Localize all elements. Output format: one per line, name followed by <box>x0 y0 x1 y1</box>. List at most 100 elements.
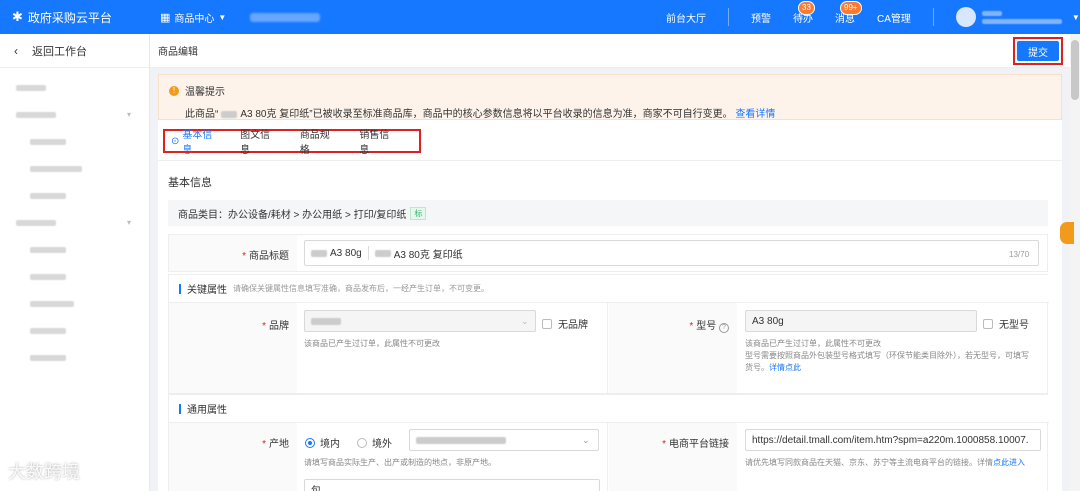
tab-specs[interactable]: 商品规格 <box>300 126 334 156</box>
sidebar-item[interactable] <box>0 155 149 182</box>
tab-basic-info[interactable]: ⊙ 基本信息 <box>171 126 214 156</box>
view-details-link[interactable]: 查看详情 <box>735 109 775 120</box>
common-attributes-title: 通用属性 <box>187 405 227 416</box>
notice-title: 温馨提示 <box>185 87 225 98</box>
ecom-link-input[interactable]: https://detail.tmall.com/item.htm?spm=a2… <box>745 429 1041 451</box>
top-right-menu: 前台大厅 预警 待办 33 消息 99+ CA管理 ▼ <box>666 0 1080 34</box>
form-tabs: ⊙ 基本信息 图文信息 商品规格 销售信息 <box>163 126 421 156</box>
back-label: 返回工作台 <box>32 45 87 58</box>
key-attributes-title: 关键属性 <box>187 285 227 296</box>
info-icon: ! <box>169 85 179 96</box>
sidebar-nav: ▾ ▾ <box>0 68 149 371</box>
no-model-checkbox[interactable]: 无型号 <box>983 316 1029 331</box>
sidebar-group[interactable]: ▾ <box>0 101 149 128</box>
scrollbar-thumb[interactable] <box>1071 40 1079 100</box>
unit-value: 包 <box>311 485 321 491</box>
notice-product: A3 80克 复印纸 <box>240 109 310 120</box>
help-icon[interactable]: ? <box>719 323 729 333</box>
tab-image-text[interactable]: 图文信息 <box>240 126 274 156</box>
sidebar-item[interactable] <box>0 182 149 209</box>
logo-icon: ✱ <box>12 9 23 24</box>
no-brand-checkbox[interactable]: 无品牌 <box>542 316 588 331</box>
category-text: 商品类目：办公设备/耗材 > 办公用纸 > 打印/复印纸 <box>178 209 407 221</box>
user-caret-icon[interactable]: ▼ <box>1072 13 1080 22</box>
brand-select[interactable]: ⌄ <box>304 310 536 332</box>
platform-logo[interactable]: ✱ 政府采购云平台 <box>0 9 150 26</box>
front-hall-label: 前台大厅 <box>666 13 706 25</box>
location-pin-icon: ⊙ <box>171 135 180 147</box>
notice-text-before: 此商品“ <box>185 109 219 120</box>
category-path: 商品类目：办公设备/耗材 > 办公用纸 > 打印/复印纸 标 <box>168 200 1048 226</box>
submit-button[interactable]: 提交 <box>1017 41 1059 61</box>
notice-banner: ! 温馨提示 此商品“ A3 80克 复印纸”已被收录至标准商品库，商品中的核心参… <box>158 74 1062 120</box>
submit-highlight: 提交 <box>1013 37 1063 65</box>
unit-input[interactable]: 包 <box>304 479 600 491</box>
model-hint: 该商品已产生过订单，此属性不可更改 型号需要按照商品外包装型号格式填写（环保节能… <box>745 338 1041 374</box>
chevron-down-icon: ⌄ <box>521 315 529 326</box>
messages-badge: 99+ <box>840 0 862 15</box>
front-hall-link[interactable]: 前台大厅 <box>666 10 706 25</box>
scrollbar[interactable] <box>1070 34 1080 491</box>
product-center-label: 商品中心 <box>174 13 215 25</box>
origin-label: * 产地 <box>262 439 289 450</box>
model-details-link[interactable]: 详情点此 <box>769 363 801 372</box>
platform-name: 政府采购云平台 <box>27 10 112 25</box>
standard-tag: 标 <box>410 206 427 220</box>
user-info[interactable] <box>981 10 1062 24</box>
warning-label: 预警 <box>751 13 771 25</box>
edit-form: ! 温馨提示 此商品“ A3 80克 复印纸”已被收录至标准商品库，商品中的核心参… <box>158 74 1062 491</box>
model-hint-line: 型号需要按照商品外包装型号格式填写（环保节能类目除外），若无型号，可填写 <box>745 351 1029 360</box>
origin-domestic-radio[interactable]: 境内 <box>305 435 340 450</box>
sidebar: ‹ 返回工作台 ▾ ▾ <box>0 34 150 491</box>
tab-label: 销售信息 <box>359 130 390 156</box>
chevron-down-icon: ⌄ <box>582 434 590 445</box>
page-header: 商品编辑 <box>150 34 1070 68</box>
key-attributes-group: 关键属性 请确保关键属性信息填写准确，商品发布后，一经产生订单，不可变更。 * 品… <box>168 274 1049 394</box>
watermark: 大数跨境 <box>8 462 80 483</box>
warning-link[interactable]: 预警 <box>751 10 771 25</box>
org-selector[interactable] <box>250 12 321 22</box>
origin-hint: 请填写商品实际生产、出产或制造的地点，非原产地。 <box>304 458 496 467</box>
chevron-down-icon: ▾ <box>127 110 132 119</box>
back-to-workbench[interactable]: ‹ 返回工作台 <box>0 34 149 68</box>
ca-manage-link[interactable]: CA管理 <box>877 10 911 25</box>
model-hint-line: 该商品已产生过订单，此属性不可更改 <box>745 339 881 348</box>
floating-helper-icon[interactable] <box>1060 222 1074 244</box>
todo-link[interactable]: 待办 33 <box>793 0 815 25</box>
ecom-details-link[interactable]: 点此进入 <box>993 458 1025 467</box>
product-center-menu[interactable]: ▦ 商品中心 ▼ <box>160 10 226 25</box>
ecom-link-value: https://detail.tmall.com/item.htm?spm=a2… <box>752 434 1029 446</box>
sidebar-item[interactable] <box>0 290 149 317</box>
divider <box>728 8 729 26</box>
sidebar-group[interactable]: ▾ <box>0 209 149 236</box>
origin-foreign-radio[interactable]: 境外 <box>357 435 392 450</box>
title-part-a: A3 80g <box>330 247 362 259</box>
model-hint-line: 货号。 <box>745 363 769 372</box>
common-attributes-header: 通用属性 <box>169 395 1049 423</box>
origin-region-select[interactable]: ⌄ <box>409 429 599 451</box>
tab-sales-info[interactable]: 销售信息 <box>359 126 393 156</box>
ecom-hint: 请优先填写同款商品在天猫、京东、苏宁等主流电商平台的链接。详情点此进入 <box>745 457 1025 469</box>
sidebar-item[interactable] <box>0 236 149 263</box>
title-input[interactable]: A3 80g A3 80克 复印纸 13/70 <box>304 240 1039 266</box>
model-input[interactable]: A3 80g <box>745 310 977 332</box>
sidebar-item[interactable] <box>0 74 149 101</box>
ecom-link-label: * 电商平台链接 <box>662 439 729 450</box>
sidebar-item[interactable] <box>0 344 149 371</box>
sidebar-item[interactable] <box>0 263 149 290</box>
sidebar-item[interactable] <box>0 128 149 155</box>
chevron-left-icon: ‹ <box>14 43 18 58</box>
avatar[interactable] <box>955 7 976 27</box>
model-value: A3 80g <box>752 315 784 327</box>
notice-text-after: ”已被收录至标准商品库，商品中的核心参数信息将以平台收录的信息为准，商家不可自行… <box>309 109 733 120</box>
ecom-hint-text: 请优先填写同款商品在天猫、京东、苏宁等主流电商平台的链接。详情 <box>745 458 993 467</box>
messages-link[interactable]: 消息 99+ <box>835 0 862 25</box>
todo-badge: 33 <box>798 0 815 15</box>
brand-label: * 品牌 <box>262 321 289 332</box>
sidebar-item[interactable] <box>0 317 149 344</box>
caret-down-icon: ▼ <box>218 12 227 22</box>
key-attributes-header: 关键属性 请确保关键属性信息填写准确，商品发布后，一经产生订单，不可变更。 <box>169 275 1049 303</box>
top-navbar: ✱ 政府采购云平台 ▦ 商品中心 ▼ 前台大厅 预警 待办 33 消息 99+ … <box>0 0 1080 34</box>
common-attributes-group: 通用属性 * 产地 境内 境外 ⌄ 请填写商品实际生产、出产或制造的地点，非原产地… <box>168 394 1049 491</box>
messages-label: 消息 <box>835 13 855 25</box>
